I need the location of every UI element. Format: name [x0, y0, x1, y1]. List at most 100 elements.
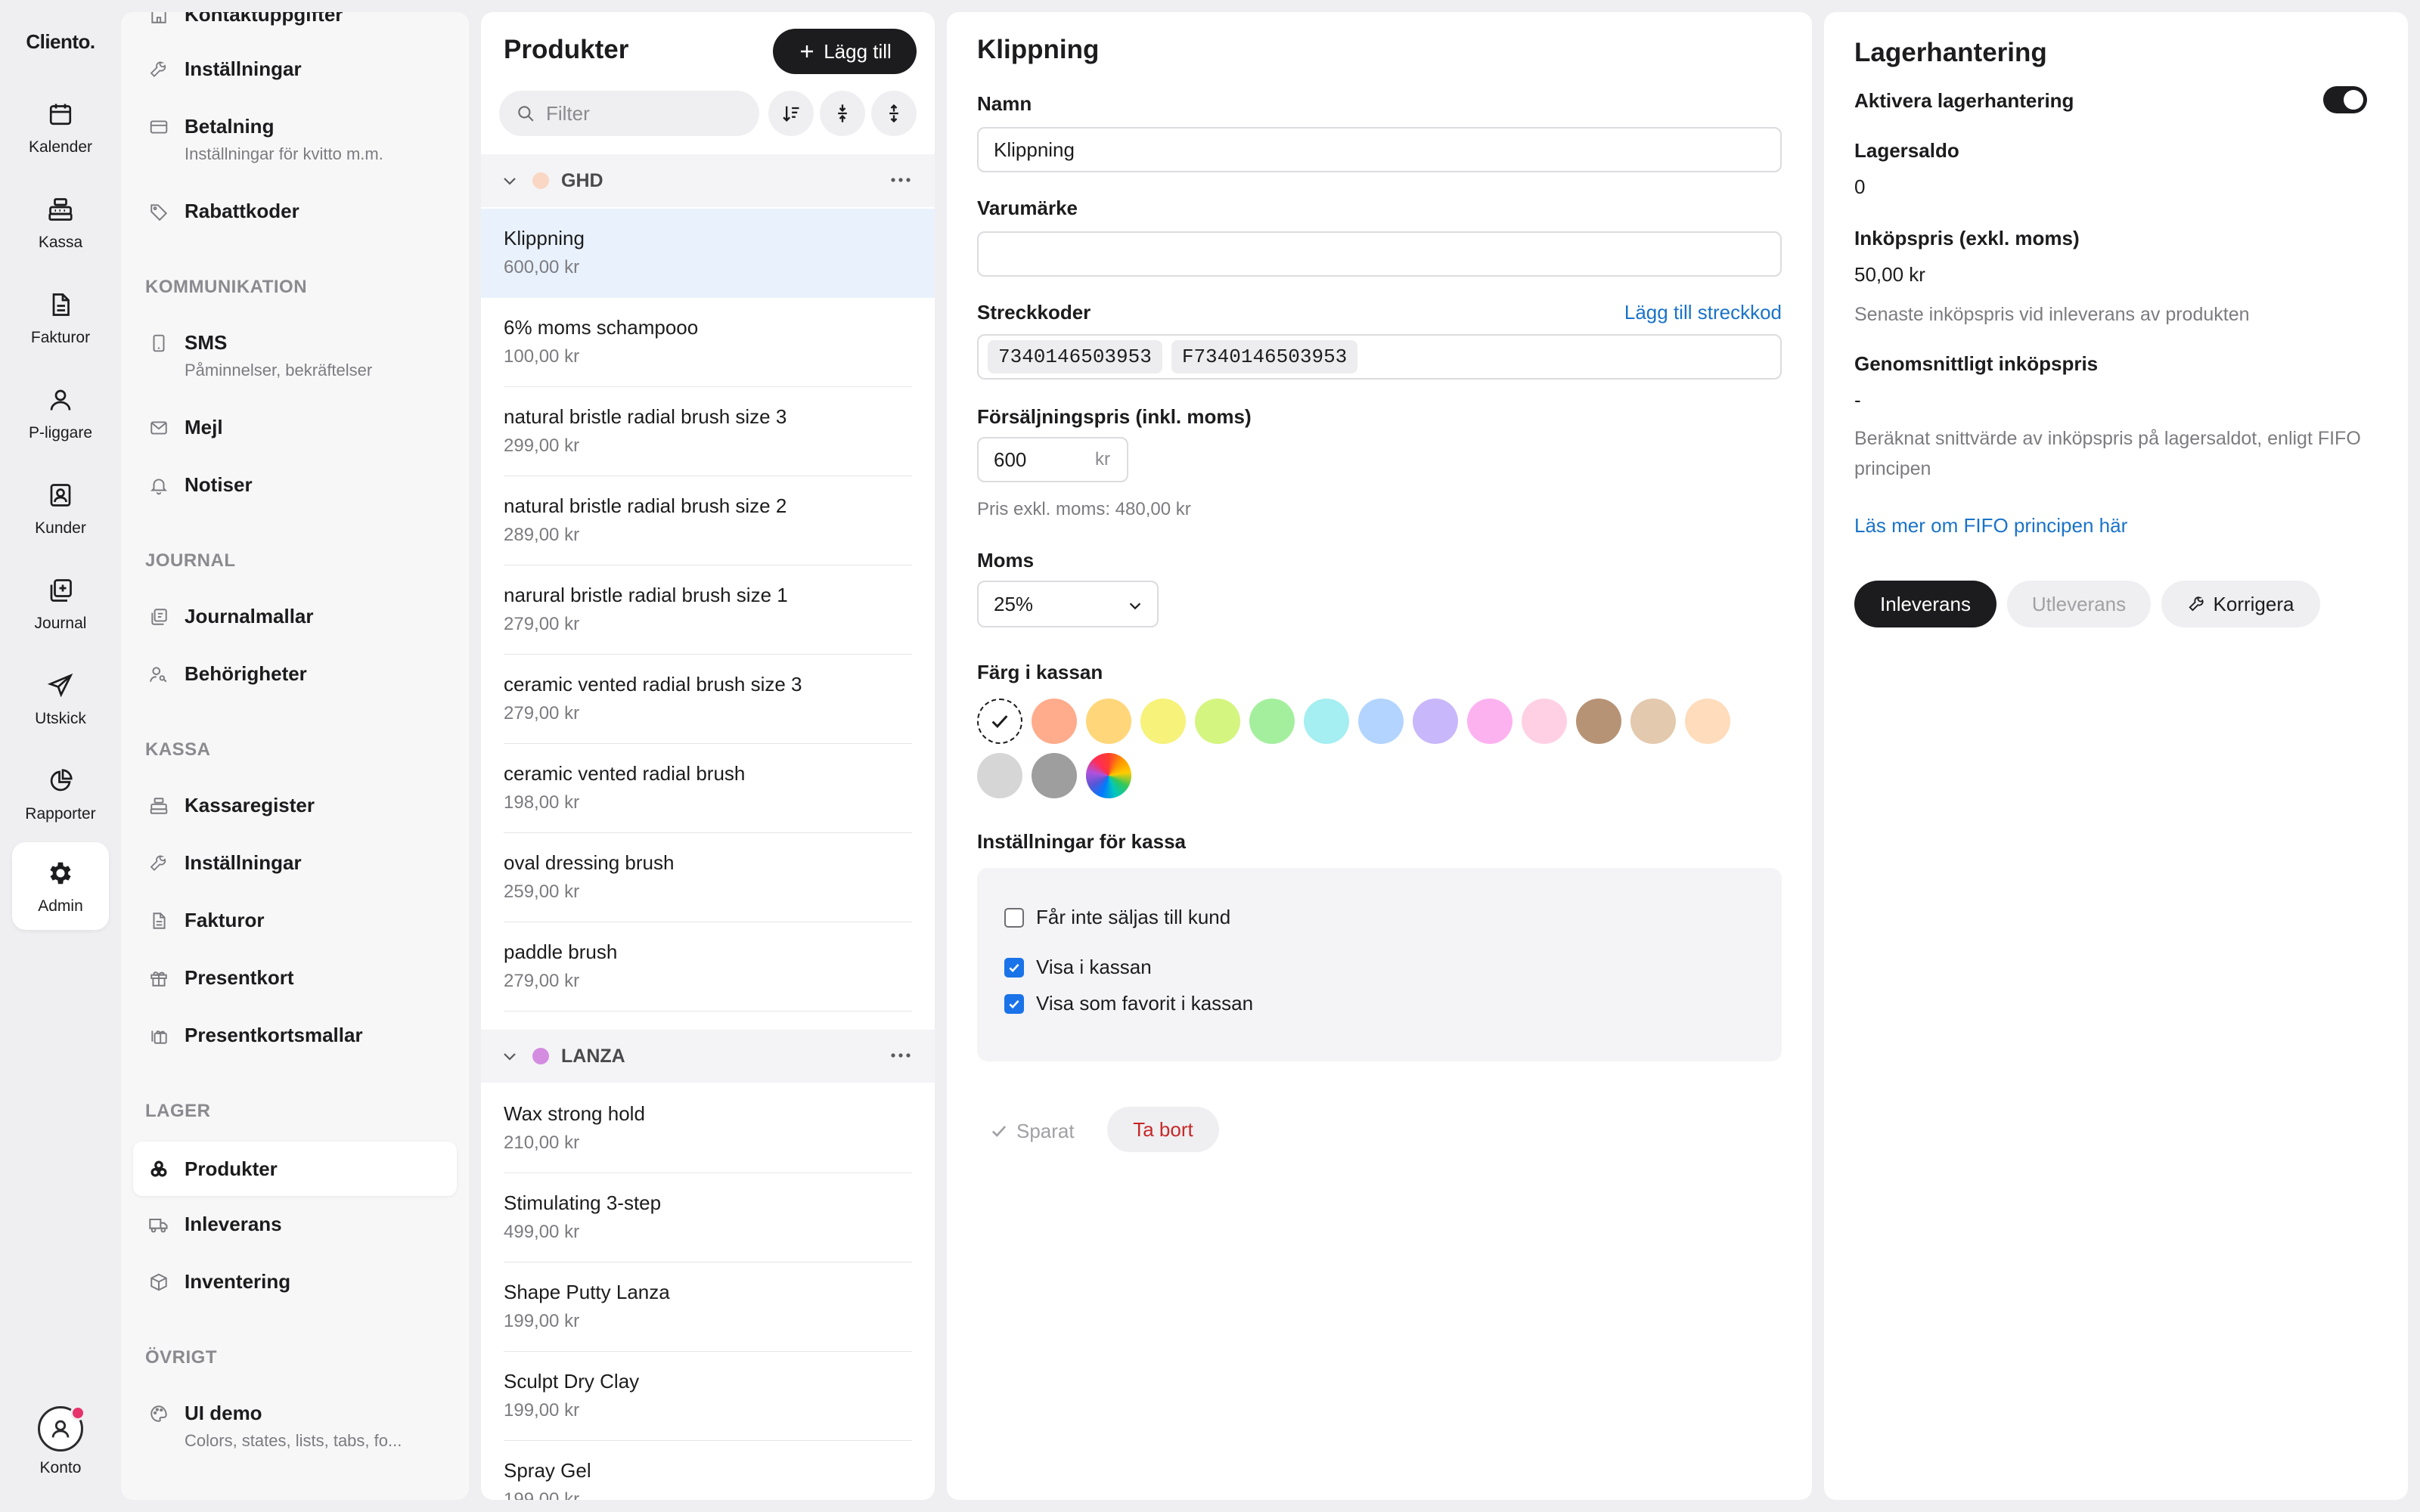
- settings-item-behorigheter[interactable]: Behörigheter: [133, 661, 457, 686]
- rail-item-rapporter[interactable]: Rapporter: [12, 750, 109, 838]
- inbound-button[interactable]: Inleverans: [1854, 581, 1996, 627]
- settings-item-presentkortsmallar[interactable]: Presentkortsmallar: [133, 1022, 457, 1048]
- name-field[interactable]: Klippning: [977, 127, 1782, 172]
- product-row[interactable]: natural bristle radial brush size 3 299,0…: [481, 387, 935, 476]
- settings-item-installningar[interactable]: Inställningar: [133, 56, 457, 82]
- product-row[interactable]: Sculpt Dry Clay 199,00 kr: [481, 1352, 935, 1441]
- product-price: 289,00 kr: [504, 525, 580, 545]
- settings-item-rabattkoder[interactable]: Rabattkoder: [133, 198, 457, 224]
- color-swatch[interactable]: [1032, 699, 1077, 744]
- rail-item-kalender[interactable]: Kalender: [12, 83, 109, 171]
- filter-input[interactable]: [546, 101, 743, 125]
- product-price: 499,00 kr: [504, 1222, 580, 1242]
- fifo-link[interactable]: Läs mer om FIFO principen här: [1854, 514, 2127, 538]
- color-swatch[interactable]: [1685, 699, 1730, 744]
- group-header-ghd[interactable]: GHD: [481, 154, 935, 207]
- product-row[interactable]: Spray Gel 199,00 kr: [481, 1441, 935, 1500]
- color-swatch[interactable]: [1576, 699, 1621, 744]
- checkbox-row-not-for-sale[interactable]: Får inte säljas till kund: [1004, 906, 1230, 929]
- brand-field[interactable]: [977, 231, 1782, 277]
- settings-item-notiser[interactable]: Notiser: [133, 472, 457, 497]
- settings-item-kassa-installningar[interactable]: Inställningar: [133, 850, 457, 875]
- checkbox[interactable]: [1004, 993, 1024, 1014]
- color-swatch[interactable]: [1195, 699, 1240, 744]
- settings-item-journalmallar[interactable]: Journalmallar: [133, 603, 457, 629]
- color-swatch[interactable]: [1304, 699, 1349, 744]
- inventory-panel: Lagerhantering Aktivera lagerhantering L…: [1824, 12, 2408, 1500]
- saved-button[interactable]: Sparat: [989, 1108, 1075, 1154]
- rail-item-kassa[interactable]: Kassa: [12, 178, 109, 266]
- rail-item-fakturor[interactable]: Fakturor: [12, 274, 109, 361]
- rail-item-utskick[interactable]: Utskick: [12, 655, 109, 742]
- sort-button[interactable]: [768, 91, 814, 136]
- checkbox[interactable]: [1004, 907, 1024, 928]
- product-row[interactable]: narural bristle radial brush size 1 279,0…: [481, 565, 935, 655]
- checkbox-row-favorite[interactable]: Visa som favorit i kassan: [1004, 992, 1253, 1015]
- rail-item-journal[interactable]: Journal: [12, 559, 109, 647]
- expand-all-button[interactable]: [871, 91, 917, 136]
- outbound-button[interactable]: Utleverans: [2007, 581, 2151, 627]
- correct-button[interactable]: Korrigera: [2161, 581, 2320, 627]
- color-swatch[interactable]: [1086, 699, 1131, 744]
- color-swatch-selected[interactable]: [977, 699, 1022, 744]
- enable-inventory-toggle[interactable]: [2323, 86, 2367, 113]
- settings-item-inleverans[interactable]: Inleverans: [133, 1211, 457, 1237]
- product-row[interactable]: 6% moms schampooo 100,00 kr: [481, 298, 935, 387]
- color-swatch[interactable]: [977, 753, 1022, 798]
- color-swatch-custom[interactable]: [1086, 753, 1131, 798]
- person-icon: [44, 383, 77, 417]
- settings-item-kassaregister[interactable]: Kassaregister: [133, 792, 457, 818]
- barcode-chip[interactable]: F7340146503953: [1171, 340, 1358, 373]
- collapse-all-button[interactable]: [820, 91, 865, 136]
- calendar-icon: [44, 98, 77, 131]
- rail-item-p-liggare[interactable]: P-liggare: [12, 369, 109, 457]
- vat-select[interactable]: 25%: [977, 581, 1159, 627]
- product-row[interactable]: Klippning 600,00 kr: [481, 209, 935, 298]
- product-row[interactable]: Wax strong hold 210,00 kr: [481, 1084, 935, 1173]
- price-field[interactable]: 600 kr: [977, 437, 1128, 482]
- settings-item-produkter[interactable]: Produkter: [133, 1142, 457, 1196]
- rail-item-kunder[interactable]: Kunder: [12, 464, 109, 552]
- settings-item-inventering[interactable]: Inventering: [133, 1269, 457, 1294]
- barcode-chip[interactable]: 7340146503953: [988, 340, 1162, 373]
- checkbox[interactable]: [1004, 957, 1024, 978]
- product-row[interactable]: oval dressing brush 259,00 kr: [481, 833, 935, 922]
- filter-field[interactable]: [499, 91, 759, 136]
- barcodes-field[interactable]: 7340146503953 F7340146503953: [977, 334, 1782, 380]
- product-row[interactable]: paddle brush 279,00 kr: [481, 922, 935, 1012]
- delete-button[interactable]: Ta bort: [1107, 1107, 1219, 1152]
- color-swatch[interactable]: [1467, 699, 1512, 744]
- rail-label: Utskick: [35, 710, 86, 727]
- settings-item-mejl[interactable]: Mejl: [133, 414, 457, 440]
- settings-item-kontaktuppgifter[interactable]: Kontaktuppgifter: [133, 12, 457, 27]
- wrench-icon: [2188, 596, 2204, 612]
- settings-item-fakturor[interactable]: Fakturor: [133, 907, 457, 933]
- color-swatch[interactable]: [1358, 699, 1404, 744]
- color-swatch[interactable]: [1032, 753, 1077, 798]
- product-row[interactable]: Shape Putty Lanza 199,00 kr: [481, 1263, 935, 1352]
- add-barcode-link[interactable]: Lägg till streckkod: [1624, 301, 1782, 324]
- product-name: natural bristle radial brush size 3: [504, 405, 787, 428]
- color-swatch[interactable]: [1413, 699, 1458, 744]
- more-icon[interactable]: [889, 171, 912, 189]
- rail-item-admin[interactable]: Admin: [12, 842, 109, 930]
- color-swatch[interactable]: [1630, 699, 1676, 744]
- color-swatch[interactable]: [1522, 699, 1567, 744]
- account-button[interactable]: Konto: [12, 1405, 109, 1489]
- color-swatch[interactable]: [1140, 699, 1186, 744]
- more-icon[interactable]: [889, 1046, 912, 1064]
- product-price: 259,00 kr: [504, 881, 580, 902]
- product-row[interactable]: natural bristle radial brush size 2 289,0…: [481, 476, 935, 565]
- group-header-lanza[interactable]: LANZA: [481, 1030, 935, 1083]
- checkbox-row-show-in-register[interactable]: Visa i kassan: [1004, 956, 1152, 979]
- product-row[interactable]: ceramic vented radial brush size 3 279,00…: [481, 655, 935, 744]
- settings-item-ui-demo[interactable]: UI demo Colors, states, lists, tabs, fo.…: [133, 1400, 457, 1452]
- brand-label: Varumärke: [977, 197, 1078, 219]
- settings-item-presentkort[interactable]: Presentkort: [133, 965, 457, 990]
- settings-item-betalning[interactable]: Betalning Inställningar för kvitto m.m.: [133, 113, 457, 165]
- color-swatch[interactable]: [1249, 699, 1295, 744]
- product-row[interactable]: ceramic vented radial brush 198,00 kr: [481, 744, 935, 833]
- add-product-button[interactable]: Lägg till: [773, 29, 917, 74]
- settings-item-sms[interactable]: SMS Påminnelser, bekräftelser: [133, 330, 457, 381]
- product-row[interactable]: Stimulating 3-step 499,00 kr: [481, 1173, 935, 1263]
